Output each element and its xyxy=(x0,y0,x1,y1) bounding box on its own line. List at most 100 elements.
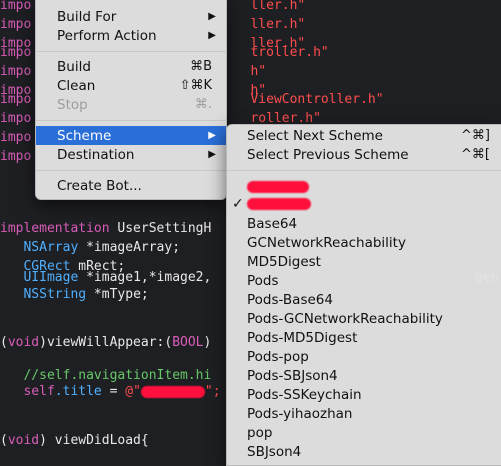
code-keyword: impo xyxy=(0,149,32,164)
menu-item-scheme[interactable]: GCNetworkReachability xyxy=(227,233,501,252)
submenu-arrow-icon: ▶ xyxy=(208,149,216,160)
redacted-text xyxy=(247,198,311,210)
code-keyword: impo xyxy=(0,92,32,107)
menu-item-scheme[interactable]: Pods-Base64 xyxy=(227,290,501,309)
menu-item-label: Pods xyxy=(247,272,279,289)
code-text: *imageArray; xyxy=(78,240,181,255)
code-keyword: impo xyxy=(0,0,32,13)
menu-item-label: Select Previous Scheme xyxy=(247,146,409,163)
code-string: @" xyxy=(125,384,141,399)
code-keyword: implementation xyxy=(0,221,110,236)
menu-item-scheme[interactable]: Scheme ▶ xyxy=(36,126,226,145)
code-type: NSArray xyxy=(23,240,79,255)
code-string: ller.h" xyxy=(250,17,306,32)
menu-item-select-previous-scheme[interactable]: Select Previous Scheme ^⌘[ xyxy=(227,145,501,164)
code-keyword: BOOL xyxy=(172,335,204,350)
code-keyword: impo xyxy=(0,45,32,60)
menu-item-label: Build xyxy=(57,58,91,75)
code-type: UIImage xyxy=(23,270,79,285)
menu-item-scheme[interactable]: Pods-MD5Digest xyxy=(227,328,501,347)
menu-item-label: pop xyxy=(247,424,273,441)
product-menu: Build For ▶ Perform Action ▶ Build ⌘B Cl… xyxy=(35,0,227,200)
code-keyword: impo xyxy=(0,111,32,126)
menu-item-destination[interactable]: Destination ▶ xyxy=(36,145,226,164)
menu-item-label: Base64 xyxy=(247,215,298,232)
code-line: NSArray *imageArray; xyxy=(0,238,180,257)
menu-item-perform-action[interactable]: Perform Action ▶ xyxy=(36,26,226,45)
shortcut-label: ⇧⌘K xyxy=(179,78,212,93)
menu-item-label: Scheme xyxy=(57,127,112,144)
code-type: NSString xyxy=(23,287,87,302)
menu-item-label: Create Bot... xyxy=(57,177,142,194)
code-line: impo xyxy=(0,128,31,147)
menu-item-select-next-scheme[interactable]: Select Next Scheme ^⌘] xyxy=(227,126,501,145)
submenu-arrow-icon: ▶ xyxy=(208,130,216,141)
code-keyword: impo xyxy=(0,130,32,145)
shortcut-label: ⌘B xyxy=(190,59,212,74)
code-keyword: self xyxy=(23,384,55,399)
menu-item-label: MD5Digest xyxy=(247,253,321,270)
menu-item-scheme[interactable]: Pods-yihaozhan xyxy=(227,404,501,423)
menu-item-label: Pods-MD5Digest xyxy=(247,329,358,346)
menu-item-label: Pods-yihaozhan xyxy=(247,405,353,422)
menu-separator xyxy=(36,51,226,52)
code-line: implementation UserSettingH xyxy=(0,219,211,238)
redacted-text xyxy=(140,385,205,398)
shortcut-label: ^⌘[ xyxy=(461,147,490,162)
checkmark-icon: ✓ xyxy=(232,195,244,212)
menu-item-label: Pods-SSKeychain xyxy=(247,386,362,403)
code-string: "; xyxy=(204,384,221,399)
menu-item-clean[interactable]: Clean ⇧⌘K xyxy=(36,76,226,95)
redacted-text xyxy=(247,181,309,193)
menu-item-label: SBJson4 xyxy=(247,443,302,460)
menu-item-scheme[interactable]: Base64 xyxy=(227,214,501,233)
menu-item-scheme-current[interactable]: ✓ xyxy=(227,194,501,213)
menu-item-scheme[interactable]: pop xyxy=(227,423,501,442)
code-line: (void)viewWillAppear:(BOOL) xyxy=(0,335,212,350)
menu-item-create-bot[interactable]: Create Bot... xyxy=(36,176,226,195)
menu-item-scheme[interactable]: Pods-SSKeychain xyxy=(227,385,501,404)
code-line: self.title = @" "; xyxy=(23,384,221,399)
menu-separator xyxy=(227,170,501,171)
menu-item-label: Perform Action xyxy=(57,27,157,44)
shortcut-label: ⌘. xyxy=(194,97,212,112)
code-comment: //self.navigationItem.hi xyxy=(23,368,212,383)
code-string: ViewController.h" xyxy=(250,92,384,107)
menu-item-scheme[interactable]: Pods-pop xyxy=(227,347,501,366)
menu-separator xyxy=(36,120,226,121)
menu-item-scheme[interactable]: Pods-SBJson4 xyxy=(227,366,501,385)
submenu-arrow-icon: ▶ xyxy=(208,11,216,22)
code-keyword: impo xyxy=(0,64,32,79)
code-property: .title xyxy=(54,384,102,399)
menu-item-label: GCNetworkReachability xyxy=(247,234,406,251)
menu-item-label: Stop xyxy=(57,96,88,113)
menu-item-label: Pods-GCNetworkReachability xyxy=(247,310,443,327)
menu-item-scheme[interactable]: Pods xyxy=(227,271,501,290)
code-line: (void) viewDidLoad{ xyxy=(0,433,149,448)
menu-item-scheme[interactable]: MD5Digest xyxy=(227,252,501,271)
menu-item-label: Destination xyxy=(57,146,135,163)
menu-separator xyxy=(36,170,226,171)
menu-item-label: Select Next Scheme xyxy=(247,127,383,144)
code-text: *image1,*image2, xyxy=(78,270,212,285)
submenu-arrow-icon: ▶ xyxy=(208,30,216,41)
menu-item-label: Clean xyxy=(57,77,96,94)
menu-item-scheme[interactable]: Pods-GCNetworkReachability xyxy=(227,309,501,328)
code-text: *mType; xyxy=(86,287,149,302)
code-string: troller.h" xyxy=(250,45,329,60)
code-line: NSString *mType; xyxy=(0,285,149,304)
code-line: impo xyxy=(0,147,31,166)
code-string: h" xyxy=(250,64,267,79)
menu-item-label: Pods-Base64 xyxy=(247,291,333,308)
menu-item-stop: Stop ⌘. xyxy=(36,95,226,114)
menu-item-label: Build For xyxy=(57,8,117,25)
menu-item-label: Pods-SBJson4 xyxy=(247,367,338,384)
menu-item-build-for[interactable]: Build For ▶ xyxy=(36,7,226,26)
menu-item-label: Pods-pop xyxy=(247,348,309,365)
scheme-submenu: Select Next Scheme ^⌘] Select Previous S… xyxy=(226,124,501,466)
code-keyword: void xyxy=(7,335,40,350)
code-keyword: void xyxy=(7,433,40,448)
menu-item-scheme[interactable]: SBJson4 xyxy=(227,442,501,461)
shortcut-label: ^⌘] xyxy=(461,128,490,143)
menu-item-build[interactable]: Build ⌘B xyxy=(36,57,226,76)
